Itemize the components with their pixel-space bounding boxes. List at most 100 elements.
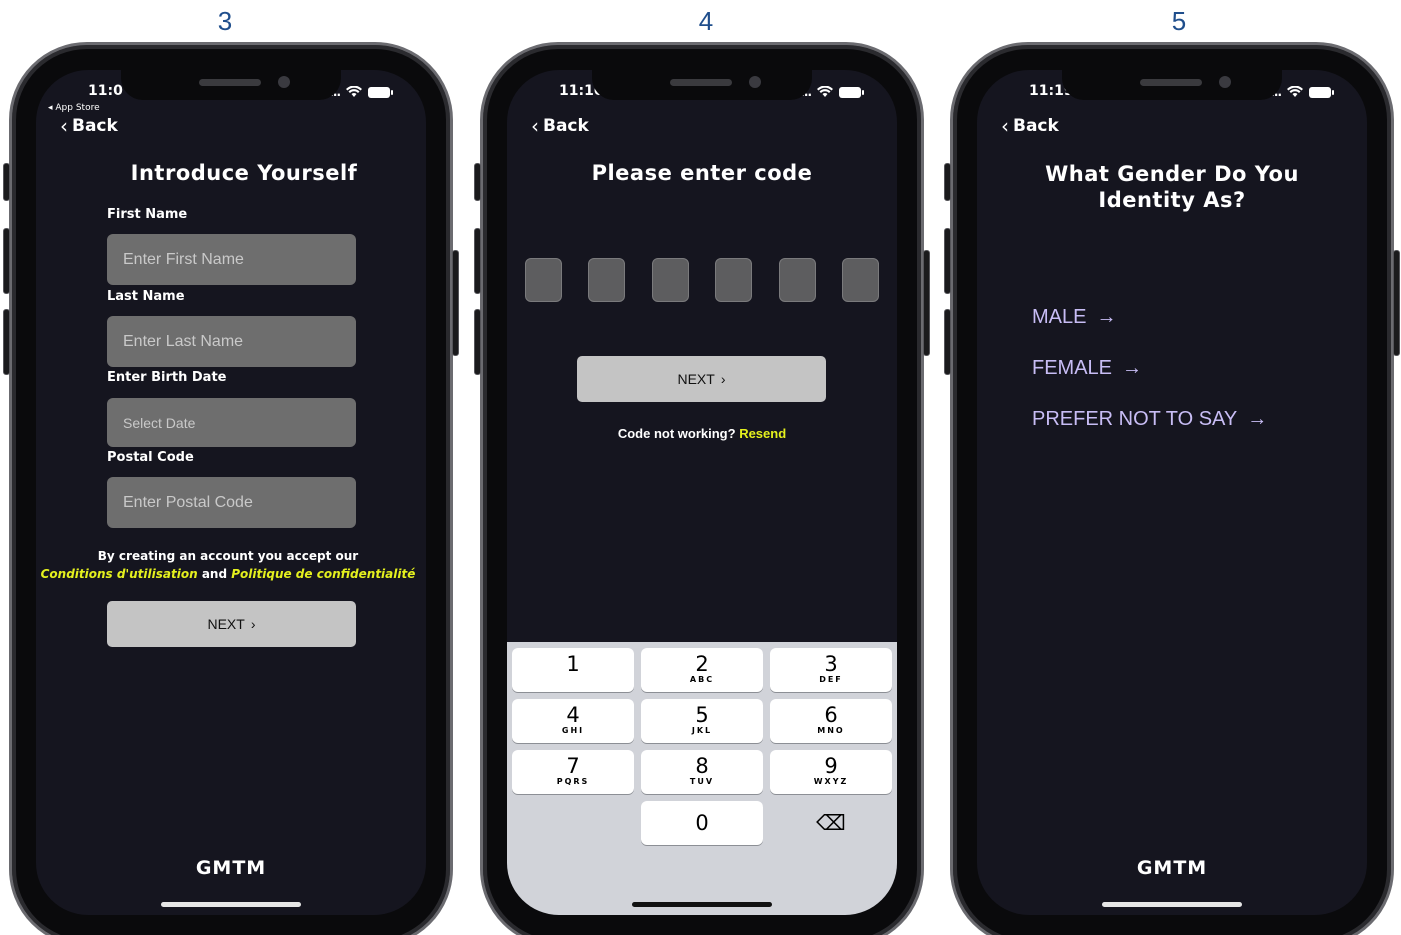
home-indicator — [632, 902, 772, 907]
screen: 11:10 .... ‹ Back Please enter code NEXT… — [507, 70, 897, 915]
gender-option-prefer-not[interactable]: PREFER NOT TO SAY → — [1032, 408, 1267, 431]
step-number: 3 — [217, 6, 233, 36]
numeric-keypad: 1 2 ABC 3 DEF 4 GHI 5 JKL 6 MNO 7 PQRS 8 TUV 9W… — [507, 642, 897, 915]
next-label: NEXT — [207, 616, 245, 632]
gmtm-logo: GMTM — [195, 857, 267, 879]
battery-icon — [368, 86, 393, 98]
phone-side-button — [3, 309, 10, 375]
arrow-right-icon: → — [1122, 357, 1143, 379]
camera — [278, 76, 290, 88]
key-0[interactable]: 0 — [641, 801, 763, 845]
gmtm-logo: GMTM — [1136, 857, 1208, 879]
first-name-input[interactable]: Enter First Name — [107, 234, 356, 285]
code-digit-box[interactable] — [525, 258, 562, 302]
key-8[interactable]: 8 TUV — [641, 750, 763, 794]
back-label: Back — [543, 116, 589, 136]
code-digit-box[interactable] — [652, 258, 689, 302]
gender-option-female[interactable]: FEMALE → — [1032, 357, 1142, 380]
camera — [1219, 76, 1231, 88]
privacy-policy-link[interactable]: Politique de confidentialité — [231, 567, 415, 581]
phone-side-button — [3, 163, 10, 201]
phone-side-button — [474, 228, 481, 294]
gender-option-label: MALE — [1032, 306, 1087, 328]
code-digit-box[interactable] — [842, 258, 879, 302]
phone-side-button — [944, 228, 951, 294]
notch — [1062, 70, 1282, 100]
camera — [749, 76, 761, 88]
birth-date-label: Enter Birth Date — [107, 370, 227, 385]
battery-icon — [1309, 86, 1334, 98]
battery-icon — [839, 86, 864, 98]
key-4[interactable]: 4 GHI — [512, 699, 634, 743]
key-1[interactable]: 1 — [512, 648, 634, 692]
phone-side-button — [474, 163, 481, 201]
gender-option-label: FEMALE — [1032, 357, 1113, 379]
last-name-label: Last Name — [107, 289, 185, 304]
speaker — [1140, 79, 1202, 86]
home-indicator — [161, 902, 301, 907]
next-label: NEXT — [677, 371, 715, 387]
terms-links-line: Conditions d'utilisation and Politique d… — [36, 565, 423, 583]
back-label: Back — [1013, 116, 1059, 136]
birth-date-picker[interactable]: Select Date — [107, 398, 356, 447]
resend-link[interactable]: Resend — [739, 426, 786, 441]
status-time: 11:0 — [88, 83, 123, 99]
terms-text: By creating an account you accept our Co… — [36, 547, 423, 583]
next-button[interactable]: NEXT › — [107, 601, 356, 647]
back-button[interactable]: ‹ Back — [60, 116, 118, 136]
key-9[interactable]: 9 WXYZ — [770, 750, 892, 794]
key-2[interactable]: 2 ABC — [641, 648, 763, 692]
key-7[interactable]: 7 PQRS — [512, 750, 634, 794]
screen: 11:0 ◂ App Store .... ‹ Back Introduce Y… — [36, 70, 426, 915]
phone-side-button — [944, 163, 951, 201]
postal-code-label: Postal Code — [107, 450, 194, 465]
app-store-back-link[interactable]: ◂ App Store — [48, 103, 100, 113]
back-button[interactable]: ‹ Back — [1001, 116, 1059, 136]
phone-side-button — [3, 228, 10, 294]
terms-and-text: and — [201, 567, 228, 581]
code-digit-box[interactable] — [715, 258, 752, 302]
phone-side-button — [474, 309, 481, 375]
gender-option-male[interactable]: MALE → — [1032, 306, 1116, 329]
resend-prompt: Code not working? — [617, 426, 736, 441]
chevron-left-icon: ‹ — [1001, 114, 1009, 138]
terms-line: By creating an account you accept our — [97, 549, 359, 563]
terms-of-use-link[interactable]: Conditions d'utilisation — [41, 567, 198, 581]
arrow-right-icon: → — [1096, 306, 1117, 328]
first-name-label: First Name — [107, 207, 188, 222]
last-name-input[interactable]: Enter Last Name — [107, 316, 356, 367]
chevron-right-icon: › — [720, 371, 726, 387]
backspace-icon: ⌫ — [816, 811, 846, 835]
key-5[interactable]: 5 JKL — [641, 699, 763, 743]
delete-key[interactable]: ⌫ — [770, 801, 892, 845]
step-number: 4 — [698, 6, 714, 36]
chevron-right-icon: › — [250, 616, 256, 632]
step-number: 5 — [1171, 6, 1187, 36]
back-button[interactable]: ‹ Back — [531, 116, 589, 136]
page-title: Introduce Yourself — [130, 161, 358, 185]
phone-side-button — [1393, 250, 1400, 356]
speaker — [199, 79, 261, 86]
home-indicator — [1102, 902, 1242, 907]
gender-option-label: PREFER NOT TO SAY — [1032, 408, 1238, 430]
code-digit-box[interactable] — [779, 258, 816, 302]
code-digit-box[interactable] — [588, 258, 625, 302]
next-button[interactable]: NEXT › — [577, 356, 826, 402]
phone-frame-gender: 11:19 .... ‹ Back What Gender Do You Ide… — [944, 42, 1400, 935]
wifi-icon — [817, 86, 833, 97]
wifi-icon — [1287, 86, 1303, 97]
back-label: Back — [72, 116, 118, 136]
screen: 11:19 .... ‹ Back What Gender Do You Ide… — [977, 70, 1367, 915]
postal-code-input[interactable]: Enter Postal Code — [107, 477, 356, 528]
phone-side-button — [452, 250, 459, 356]
page-title: Please enter code — [591, 161, 813, 185]
notch — [592, 70, 812, 100]
key-6[interactable]: 6 MNO — [770, 699, 892, 743]
wifi-icon — [346, 86, 362, 97]
phone-frame-code: 11:10 .... ‹ Back Please enter code NEXT… — [474, 42, 930, 935]
key-3[interactable]: 3 DEF — [770, 648, 892, 692]
phone-side-button — [944, 309, 951, 375]
phone-side-button — [923, 250, 930, 356]
page-title: What Gender Do You Identity As? — [1045, 162, 1299, 212]
notch — [121, 70, 341, 100]
